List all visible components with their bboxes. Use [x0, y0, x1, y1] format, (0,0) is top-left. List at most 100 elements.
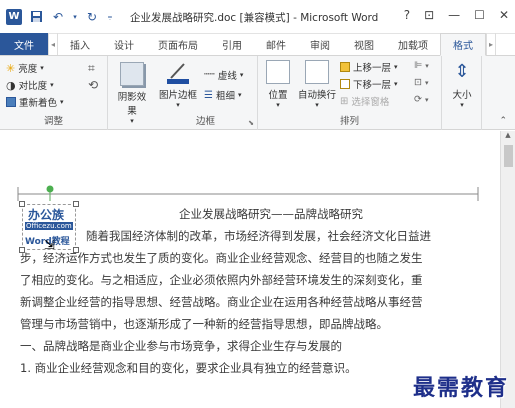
ribbon-display-button[interactable]: ⊡	[424, 8, 434, 22]
wrap-text-label: 自动换行	[297, 90, 336, 101]
tab-insert[interactable]: 插入	[58, 33, 102, 55]
brightness-label: 亮度	[18, 64, 38, 75]
wrap-text-icon	[305, 60, 329, 84]
dashes-label: 虚线	[217, 71, 237, 82]
selection-pane-icon: ⊞	[340, 95, 349, 107]
scroll-thumb[interactable]	[504, 145, 513, 167]
group-border: 图片边框 ▾ ┅┅ 虚线 ▾ ☰ 粗细 ▾ 边框 ⬊	[154, 56, 258, 130]
resize-handle-icon[interactable]	[19, 247, 25, 253]
send-backward-label: 下移一层	[353, 80, 392, 91]
tab-file[interactable]: 文件	[0, 33, 48, 55]
tab-mailings[interactable]: 邮件	[254, 33, 298, 55]
tab-page-layout[interactable]: 页面布局	[146, 33, 210, 55]
brightness-button[interactable]: ✳ 亮度 ▾	[6, 61, 44, 76]
redo-icon[interactable]: ↻	[84, 9, 100, 25]
scroll-up-icon[interactable]: ▲	[501, 131, 515, 143]
quick-access-toolbar: W ↶ ▾ ↻ ⩦	[6, 8, 114, 25]
bring-forward-button[interactable]: 上移一层 ▾	[340, 60, 398, 74]
resize-handle-icon[interactable]	[73, 201, 79, 207]
document-area: 企业发展战略研究——品牌战略研究 随着我国经济体制的改革，市场经济得到发展，社会…	[0, 131, 515, 408]
tab-view[interactable]: 视图	[342, 33, 386, 55]
watermark-text: 最需教育	[412, 375, 509, 401]
picture-border-icon	[166, 60, 190, 84]
header-guides	[17, 185, 479, 201]
logo-text-mid: Officezu.com	[25, 222, 73, 230]
contrast-button[interactable]: ◑ 对比度 ▾	[6, 78, 54, 93]
customize-qat-icon[interactable]: ⩦	[106, 9, 114, 25]
compress-icon[interactable]: ⌗	[88, 61, 95, 76]
brightness-icon: ✳	[6, 61, 16, 75]
shadow-effects-icon	[120, 62, 144, 86]
size-button[interactable]: ⇕ 大小 ▾	[446, 60, 478, 109]
contrast-label: 对比度	[18, 81, 48, 92]
vertical-scrollbar[interactable]: ▲	[500, 131, 515, 408]
page-header-area	[0, 131, 490, 201]
border-dialog-launcher-icon[interactable]: ⬊	[248, 119, 254, 127]
group-shadow: 阴影效果 ▾	[108, 56, 154, 130]
resize-handle-icon[interactable]	[19, 201, 25, 207]
position-icon	[266, 60, 290, 84]
minimize-button[interactable]: —	[448, 8, 460, 22]
document-heading: 企业发展战略研究——品牌战略研究	[179, 207, 363, 221]
group-border-label: 边框	[195, 116, 215, 127]
tab-review[interactable]: 审阅	[298, 33, 342, 55]
position-label: 位置	[268, 90, 288, 101]
ribbon: ✳ 亮度 ▾ ◑ 对比度 ▾ 重新着色 ▾ ⌗ ⟲ 调整 阴影效果 ▾ 图片边框 ▾	[0, 56, 515, 130]
recolor-label: 重新着色	[19, 98, 58, 109]
group-size: ⇕ 大小 ▾	[442, 56, 482, 130]
align-icon[interactable]: ⊫ ▾	[414, 60, 429, 71]
tab-references[interactable]: 引用	[210, 33, 254, 55]
group-adjust: ✳ 亮度 ▾ ◑ 对比度 ▾ 重新着色 ▾ ⌗ ⟲ 调整	[0, 56, 108, 130]
ribbon-tabs: 文件 ◂ 插入 设计 页面布局 引用 邮件 审阅 视图 加载项 格式 ▸	[0, 33, 515, 56]
weight-icon: ☰	[204, 89, 213, 101]
header-logo-image[interactable]: 办公族 Officezu.com Word教程 ⇲	[19, 201, 79, 253]
tab-addins[interactable]: 加载项	[386, 33, 440, 55]
dashes-button[interactable]: ┅┅ 虚线 ▾	[204, 68, 243, 82]
title-bar: W ↶ ▾ ↻ ⩦ 企业发展战略研究.doc [兼容模式] - Microsof…	[0, 0, 515, 34]
position-button[interactable]: 位置 ▾	[262, 60, 294, 109]
shadow-effects-button[interactable]: 阴影效果 ▾	[114, 62, 150, 125]
wrap-text-button[interactable]: 自动换行 ▾	[294, 60, 340, 109]
collapse-ribbon-icon[interactable]: ⌃	[499, 116, 507, 126]
maximize-button[interactable]: ☐	[474, 8, 485, 22]
save-icon[interactable]	[28, 9, 44, 25]
rotate-icon[interactable]: ⟳ ▾	[414, 94, 428, 105]
window-title: 企业发展战略研究.doc [兼容模式] - Microsoft Word	[130, 12, 379, 24]
resize-handle-icon[interactable]	[73, 247, 79, 253]
group-objects-icon[interactable]: ⊡ ▾	[414, 77, 428, 88]
recolor-icon	[6, 97, 16, 107]
bring-forward-icon	[340, 62, 350, 72]
bring-forward-label: 上移一层	[353, 63, 392, 74]
help-button[interactable]: ?	[404, 8, 410, 22]
undo-icon[interactable]: ↶	[50, 9, 66, 25]
selection-pane-button[interactable]: ⊞ 选择窗格	[340, 94, 390, 109]
tab-format[interactable]: 格式	[440, 33, 486, 56]
logo-text-top: 办公族	[28, 208, 65, 222]
tab-scroll-left[interactable]: ◂	[48, 33, 58, 55]
undo-dropdown-icon[interactable]: ▾	[72, 9, 78, 25]
weight-button[interactable]: ☰ 粗细 ▾	[204, 88, 242, 103]
group-arrange: 位置 ▾ 自动换行 ▾ 上移一层 ▾ 下移一层 ▾ ⊞ 选择窗格 ⊫ ▾ ⊡ ▾ ⟳ ▾ …	[258, 56, 442, 130]
paragraph-line-2: 步，经济运作方式也发生了质的变化。商业企业经营观念、经营目的也随之发生	[20, 251, 423, 265]
tab-scroll-right[interactable]: ▸	[486, 33, 496, 55]
size-icon: ⇕	[454, 61, 470, 82]
paragraph-line-3: 了相应的变化。与之相适应，企业必须依照内外部经营环境发生的深刻变化，重	[20, 273, 423, 287]
size-label: 大小	[452, 90, 472, 101]
selection-pane-label: 选择窗格	[351, 97, 390, 108]
group-arrange-label: 排列	[339, 116, 359, 127]
tab-design[interactable]: 设计	[102, 33, 146, 55]
word-app-icon[interactable]: W	[6, 8, 22, 25]
shadow-effects-label: 阴影效果	[117, 92, 147, 117]
reset-picture-icon[interactable]: ⟲	[88, 78, 98, 92]
group-adjust-label: 调整	[43, 116, 63, 127]
recolor-button[interactable]: 重新着色 ▾	[6, 95, 64, 109]
paragraph-line-1: 随着我国经济体制的改革，市场经济得到发展，社会经济文化日益进	[86, 229, 431, 243]
dashes-icon: ┅┅	[204, 70, 215, 80]
send-backward-icon	[340, 79, 350, 89]
picture-border-button[interactable]: 图片边框 ▾	[156, 60, 200, 109]
paragraph-line-4: 新调整企业经营的指导思想、经营战略。商业企业在运用各种经营战略从事经营	[20, 295, 423, 309]
weight-label: 粗细	[215, 91, 235, 102]
picture-border-label: 图片边框	[158, 90, 197, 101]
send-backward-button[interactable]: 下移一层 ▾	[340, 77, 398, 91]
close-button[interactable]: ✕	[499, 8, 509, 22]
